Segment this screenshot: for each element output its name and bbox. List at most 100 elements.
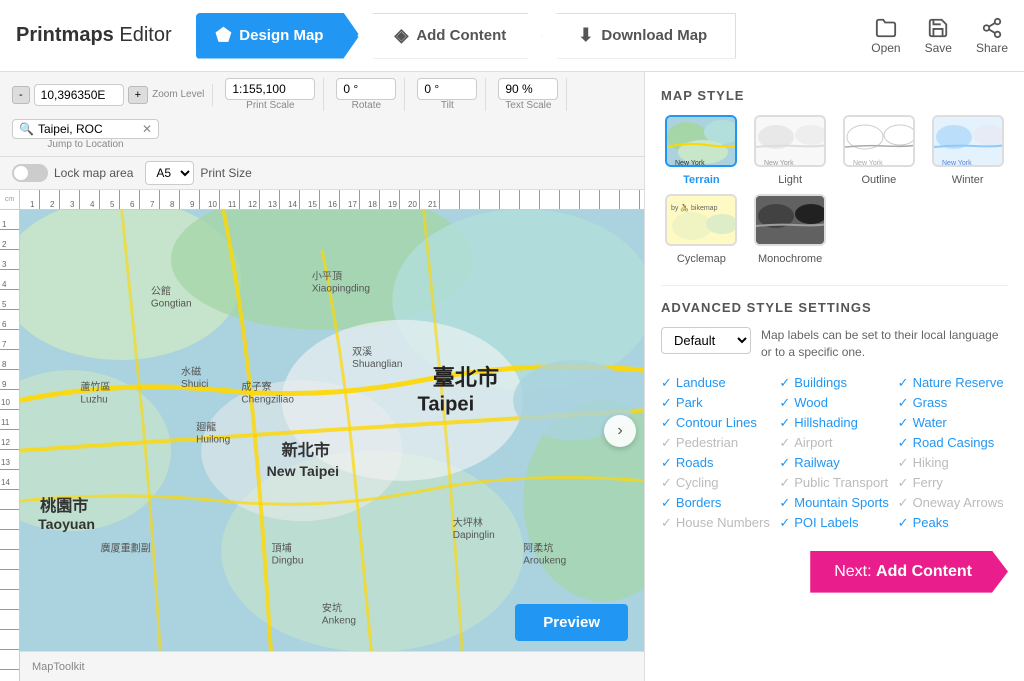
text-scale-label: Text Scale (505, 100, 551, 111)
checkbox-label-public-transport: Public Transport (794, 475, 888, 490)
map-view[interactable]: 臺北市 Taipei 新北市 New Taipei 桃園市 Taoyuan 公館… (20, 210, 644, 651)
checkbox-icon-wood[interactable]: ✓ (779, 395, 790, 411)
style-outline-thumb: New York (843, 115, 915, 167)
checkbox-label-landuse[interactable]: Landuse (676, 375, 726, 390)
style-outline[interactable]: New York Outline (839, 115, 920, 186)
svg-text:臺北市: 臺北市 (433, 365, 499, 390)
checkbox-icon-borders[interactable]: ✓ (661, 495, 672, 511)
text-scale-group: Text Scale (498, 78, 567, 111)
map-style-title: MAP STYLE (661, 88, 1008, 103)
checkbox-icon-roads[interactable]: ✓ (661, 455, 672, 471)
style-winter[interactable]: New York Winter (927, 115, 1008, 186)
svg-text:成子寮: 成子寮 (241, 380, 271, 393)
checkbox-icon-airport[interactable]: ✓ (779, 435, 790, 451)
checkbox-icon-landuse[interactable]: ✓ (661, 375, 672, 391)
checkbox-icon-public-transport[interactable]: ✓ (779, 475, 790, 491)
checkbox-label-nature-reserve[interactable]: Nature Reserve (913, 375, 1004, 390)
step-add-label: Add Content (416, 27, 506, 44)
checkbox-icon-buildings[interactable]: ✓ (779, 375, 790, 391)
style-monochrome[interactable]: Monochrome (750, 194, 831, 265)
design-map-icon: ⬟ (216, 25, 232, 46)
checkbox-label-water[interactable]: Water (913, 415, 947, 430)
checkbox-label-mountain-sports[interactable]: Mountain Sports (794, 495, 889, 510)
checkbox-label-roads[interactable]: Roads (676, 455, 714, 470)
checkbox-label-buildings[interactable]: Buildings (794, 375, 847, 390)
checkbox-icon-railway[interactable]: ✓ (779, 455, 790, 471)
checkbox-icon-water[interactable]: ✓ (898, 415, 909, 431)
tilt-input[interactable] (417, 78, 477, 100)
zoom-input[interactable] (34, 84, 124, 106)
zoom-minus-btn[interactable]: - (12, 86, 30, 104)
next-bold: Add Content (876, 563, 972, 580)
checkbox-icon-hillshading[interactable]: ✓ (779, 415, 790, 431)
svg-text:Aroukeng: Aroukeng (523, 555, 566, 566)
checkbox-icon-contour-lines[interactable]: ✓ (661, 415, 672, 431)
map-nav-arrow[interactable]: › (604, 415, 636, 447)
svg-text:Dingbu: Dingbu (272, 555, 304, 566)
location-clear-icon[interactable]: ✕ (142, 122, 152, 136)
checkbox-label-peaks[interactable]: Peaks (913, 515, 949, 530)
checkbox-label-airport: Airport (794, 435, 832, 450)
scale-input[interactable] (225, 78, 315, 100)
language-row: Default English Local Map labels can be … (661, 327, 1008, 361)
checkbox-icon-grass[interactable]: ✓ (898, 395, 909, 411)
style-light-label: Light (778, 174, 802, 186)
checkbox-label-hillshading[interactable]: Hillshading (794, 415, 858, 430)
checkbox-railway: ✓ Railway (779, 455, 889, 471)
rotate-input[interactable] (336, 78, 396, 100)
checkbox-label-poi-labels[interactable]: POI Labels (794, 515, 858, 530)
checkbox-icon-ferry[interactable]: ✓ (898, 475, 909, 491)
checkbox-icon-road-casings[interactable]: ✓ (898, 435, 909, 451)
print-size-select[interactable]: A5 A4 A3 (145, 161, 194, 185)
checkbox-icon-poi-labels[interactable]: ✓ (779, 515, 790, 531)
preview-button[interactable]: Preview (515, 604, 628, 641)
text-scale-input[interactable] (498, 78, 558, 100)
checkbox-icon-mountain-sports[interactable]: ✓ (779, 495, 790, 511)
checkbox-label-cycling: Cycling (676, 475, 719, 490)
checkbox-label-grass[interactable]: Grass (913, 395, 948, 410)
scale-label: Print Scale (246, 100, 294, 111)
open-button[interactable]: Open (871, 17, 900, 55)
next-add-content-button[interactable]: Next: Add Content (810, 551, 1008, 593)
lock-map-toggle[interactable] (12, 164, 48, 182)
layer-checkboxes: ✓ Landuse ✓ Buildings ✓ Nature Reserve ✓ Park ✓ W… (661, 375, 1008, 531)
checkbox-icon-nature-reserve[interactable]: ✓ (898, 375, 909, 391)
checkbox-label-railway[interactable]: Railway (794, 455, 840, 470)
step-design-map[interactable]: ⬟ Design Map (196, 13, 360, 59)
logo: Printmaps Editor (16, 24, 172, 47)
checkbox-icon-oneway-arrows[interactable]: ✓ (898, 495, 909, 511)
checkbox-label-borders[interactable]: Borders (676, 495, 722, 510)
map-attribution-label: MapToolkit (32, 661, 85, 673)
zoom-plus-btn[interactable]: + (128, 86, 148, 104)
checkbox-label-road-casings[interactable]: Road Casings (913, 435, 995, 450)
language-select[interactable]: Default English Local (661, 327, 751, 354)
next-prefix: Next: (834, 563, 876, 580)
checkbox-icon-house-numbers[interactable]: ✓ (661, 515, 672, 531)
checkbox-label-wood[interactable]: Wood (794, 395, 828, 410)
save-button[interactable]: Save (925, 17, 952, 55)
step-download-map[interactable]: ⬇ Download Map (541, 13, 736, 59)
checkbox-label-contour-lines[interactable]: Contour Lines (676, 415, 757, 430)
checkbox-icon-hiking[interactable]: ✓ (898, 455, 909, 471)
checkbox-borders: ✓ Borders (661, 495, 771, 511)
style-cyclemap-thumb: by 🚴 bikemap (665, 194, 737, 246)
style-terrain[interactable]: New York Terrain (661, 115, 742, 186)
checkbox-icon-park[interactable]: ✓ (661, 395, 672, 411)
share-button[interactable]: Share (976, 17, 1008, 55)
checkbox-icon-peaks[interactable]: ✓ (898, 515, 909, 531)
lock-map-label: Lock map area (54, 166, 133, 180)
lock-area-group: Lock map area (12, 164, 133, 182)
step-add-content[interactable]: ◈ Add Content (357, 13, 543, 59)
svg-text:公館: 公館 (151, 285, 171, 298)
checkbox-icon-cycling[interactable]: ✓ (661, 475, 672, 491)
location-search-input[interactable] (38, 122, 138, 136)
checkbox-label-park[interactable]: Park (676, 395, 703, 410)
style-monochrome-label: Monochrome (758, 253, 822, 265)
advanced-title: ADVANCED STYLE SETTINGS (661, 300, 1008, 315)
svg-text:New York: New York (675, 160, 705, 167)
toolbar-2: Lock map area A5 A4 A3 Print Size (0, 157, 644, 190)
checkbox-hiking: ✓Hiking (898, 455, 1008, 471)
style-cyclemap[interactable]: by 🚴 bikemap Cyclemap (661, 194, 742, 265)
checkbox-icon-pedestrian[interactable]: ✓ (661, 435, 672, 451)
style-light[interactable]: New York Light (750, 115, 831, 186)
